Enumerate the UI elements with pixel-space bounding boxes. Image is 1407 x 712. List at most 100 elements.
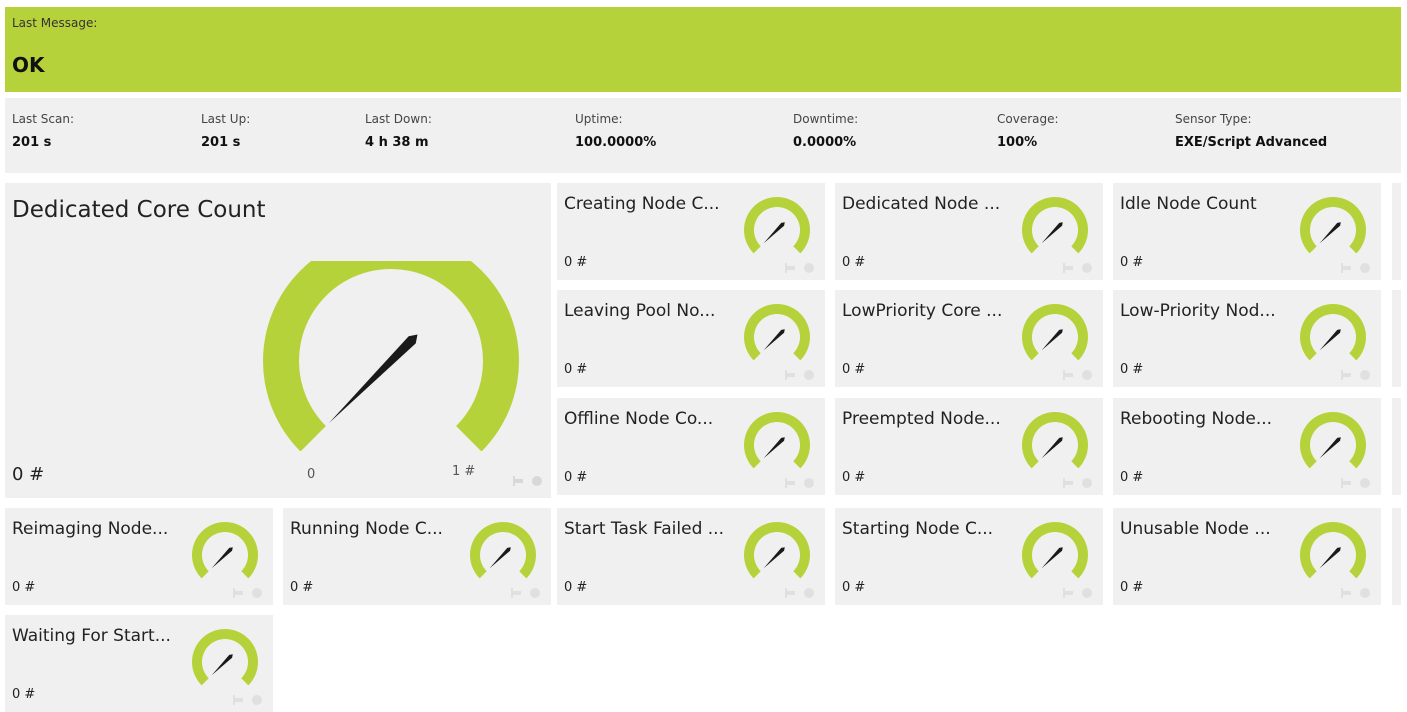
channel-title: Creating Node C... <box>564 194 720 214</box>
stat-value: 0.0000% <box>793 135 857 150</box>
pin-icon <box>511 588 521 598</box>
gear-icon <box>1082 263 1092 273</box>
gauge-needle <box>1319 437 1341 459</box>
channel-value: 0 # <box>842 470 866 485</box>
pin-icon <box>1063 478 1073 488</box>
gauge-arc <box>1300 304 1366 361</box>
channel-title: Start Task Failed ... <box>564 519 724 539</box>
channel-gauge-tile[interactable]: Leaving Pool No... 0 # <box>557 290 825 387</box>
channel-value: 0 # <box>564 362 588 377</box>
pin-gear-icons[interactable] <box>785 477 817 489</box>
channel-gauge-tile[interactable]: Start Task Failed ... 0 # <box>557 508 825 605</box>
stat-downtime: Downtime: 0.0000% <box>793 112 858 150</box>
gauge-dial <box>470 522 536 579</box>
pin-gear-icons[interactable] <box>1063 369 1095 381</box>
primary-channel-title: Dedicated Core Count <box>12 197 266 223</box>
pin-gear-icons[interactable] <box>785 369 817 381</box>
channel-gauge-tile[interactable]: Low-Priority Nod... 0 # <box>1113 290 1381 387</box>
gauge-needle <box>1319 222 1341 244</box>
stat-uptime: Uptime: 100.0000% <box>575 112 656 150</box>
pin-icon <box>785 370 795 380</box>
cropped-tile-edge <box>1392 183 1401 280</box>
gauge-needle <box>763 437 785 459</box>
stat-label: Downtime: <box>793 112 859 126</box>
sensor-stats-bar: Last Scan: 201 s Last Up: 201 s Last Dow… <box>5 98 1401 173</box>
gauge-needle <box>1041 547 1063 569</box>
gear-icon <box>1360 370 1370 380</box>
pin-gear-icons[interactable] <box>785 587 817 599</box>
gauge-needle <box>1041 437 1063 459</box>
channel-title: Preempted Node... <box>842 409 1001 429</box>
gauge-needle <box>328 334 418 424</box>
last-message-label: Last Message: <box>12 16 98 30</box>
pin-icon <box>233 695 243 705</box>
channel-gauge-tile[interactable]: Dedicated Node ... 0 # <box>835 183 1103 280</box>
channel-gauge-tile[interactable]: Reimaging Node... 0 # <box>5 508 273 605</box>
pin-gear-icons[interactable] <box>511 587 543 599</box>
stat-label: Last Scan: <box>12 112 75 126</box>
channel-value: 0 # <box>1120 580 1144 595</box>
gauge-min-label: 0 <box>307 467 316 482</box>
channel-gauge-tile[interactable]: Idle Node Count 0 # <box>1113 183 1381 280</box>
pin-gear-icons[interactable] <box>233 694 265 706</box>
stat-value: 100% <box>997 135 1038 150</box>
gauge-needle <box>211 654 233 676</box>
channel-title: Low-Priority Nod... <box>1120 301 1276 321</box>
channel-value: 0 # <box>842 362 866 377</box>
gauge-arc <box>1022 522 1088 579</box>
gear-icon <box>252 588 262 598</box>
cropped-tile-edge <box>1392 290 1401 387</box>
gauge-needle <box>763 329 785 351</box>
channel-title: LowPriority Core ... <box>842 301 1003 321</box>
pin-icon <box>513 476 523 486</box>
channel-gauge-tile[interactable]: Creating Node C... 0 # <box>557 183 825 280</box>
gauge-dial <box>744 412 810 469</box>
stat-value: 201 s <box>201 135 241 150</box>
gauge-arc <box>1022 197 1088 254</box>
gauge-needle <box>211 547 233 569</box>
pin-gear-icons[interactable] <box>1341 587 1373 599</box>
gear-icon <box>1082 370 1092 380</box>
channel-value: 0 # <box>290 580 314 595</box>
pin-gear-icons[interactable] <box>1341 369 1373 381</box>
stat-value: 201 s <box>12 135 52 150</box>
pin-gear-icons[interactable] <box>233 587 265 599</box>
channel-title: Rebooting Node... <box>1120 409 1273 429</box>
pin-gear-icons[interactable] <box>1341 262 1373 274</box>
pin-icon <box>1341 263 1351 273</box>
channel-gauge-tile[interactable]: Offline Node Co... 0 # <box>557 398 825 495</box>
channel-gauge-tile[interactable]: Unusable Node ... 0 # <box>1113 508 1381 605</box>
pin-gear-icons[interactable] <box>1063 477 1095 489</box>
stat-label: Last Up: <box>201 112 251 126</box>
channel-title: Running Node C... <box>290 519 443 539</box>
pin-gear-icons[interactable] <box>1341 477 1373 489</box>
channel-title: Idle Node Count <box>1120 194 1257 214</box>
gauge-arc <box>1300 522 1366 579</box>
channel-gauge-tile[interactable]: Rebooting Node... 0 # <box>1113 398 1381 495</box>
pin-gear-icons[interactable] <box>785 262 817 274</box>
channel-gauge-tile[interactable]: Preempted Node... 0 # <box>835 398 1103 495</box>
gauge-dial <box>192 629 258 686</box>
channel-gauge-tile[interactable]: LowPriority Core ... 0 # <box>835 290 1103 387</box>
channel-value: 0 # <box>842 255 866 270</box>
pin-icon <box>1341 588 1351 598</box>
pin-gear-icons[interactable] <box>1063 587 1095 599</box>
gauge-arc <box>744 412 810 469</box>
gear-icon <box>1360 478 1370 488</box>
channel-gauge-tile[interactable]: Starting Node C... 0 # <box>835 508 1103 605</box>
cropped-tile-edge <box>1392 398 1401 495</box>
channel-gauge-tile[interactable]: Waiting For Start... 0 # <box>5 615 273 712</box>
gauge-dial <box>1022 197 1088 254</box>
gauge-arc <box>1022 412 1088 469</box>
gauge-arc <box>744 197 810 254</box>
pin-gear-icons[interactable] <box>513 475 545 487</box>
pin-gear-icons[interactable] <box>1063 262 1095 274</box>
gauge-needle <box>1041 329 1063 351</box>
channel-gauge-tile[interactable]: Running Node C... 0 # <box>283 508 551 605</box>
channel-title: Leaving Pool No... <box>564 301 716 321</box>
stat-value: 100.0000% <box>575 135 657 150</box>
channel-value: 0 # <box>564 470 588 485</box>
primary-channel-gauge[interactable]: Dedicated Core Count 0 # 0 1 # <box>5 183 551 498</box>
gear-icon <box>804 478 814 488</box>
pin-icon <box>1063 263 1073 273</box>
